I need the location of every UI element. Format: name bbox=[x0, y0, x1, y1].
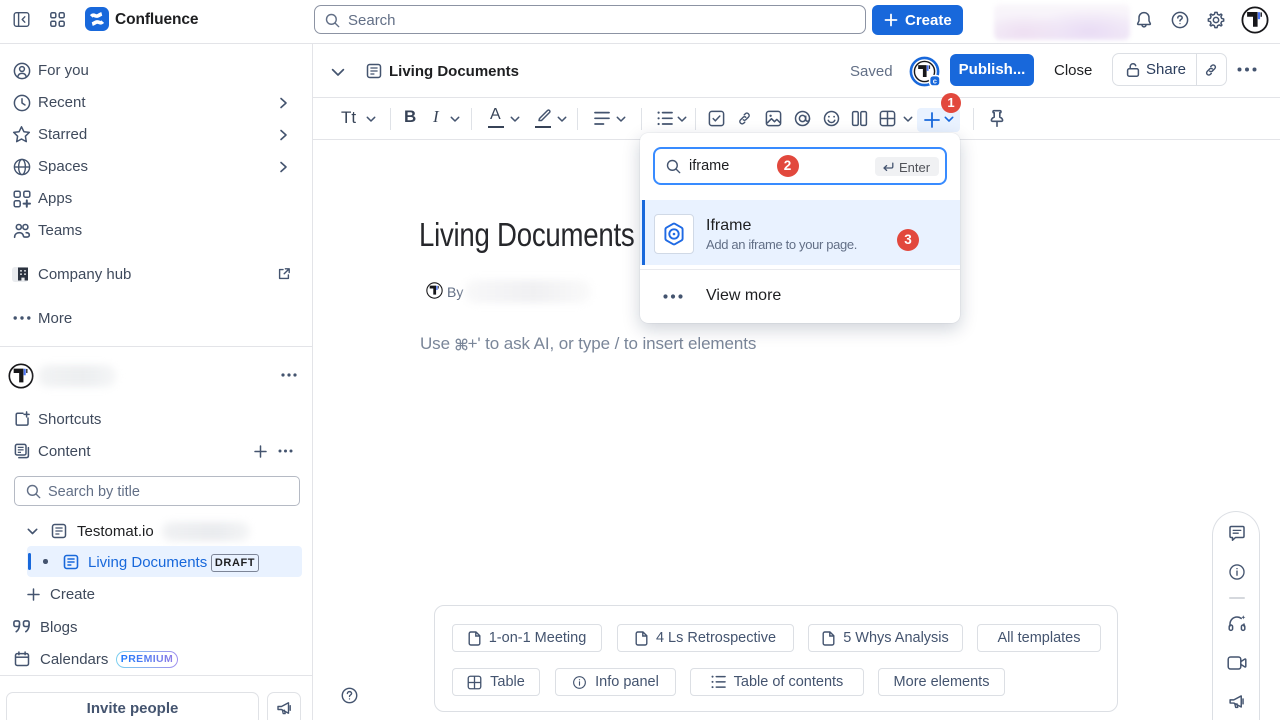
svg-text:c: c bbox=[933, 76, 937, 85]
